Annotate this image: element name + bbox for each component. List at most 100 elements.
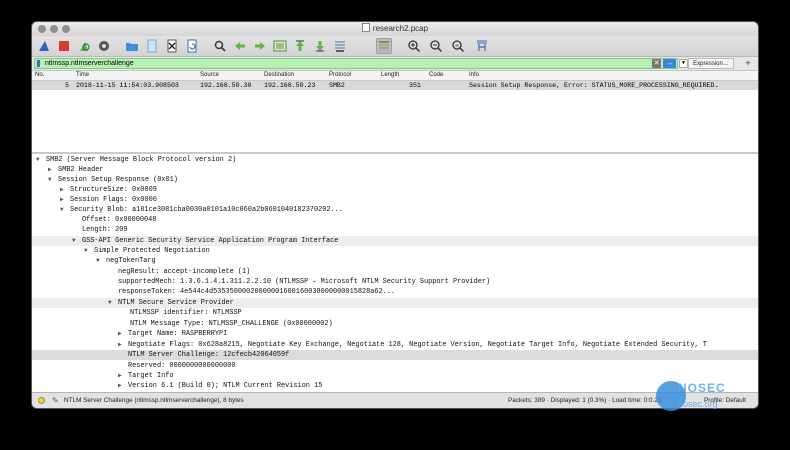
tree-item-label: SMB2 Header [58,166,104,174]
resize-columns-button[interactable] [474,38,490,54]
tree-item[interactable]: responseToken: 4e544c4d53535000020000001… [32,287,758,297]
packet-list-header: No. Time Source Destination Protocol Len… [32,71,758,81]
tree-toggle-icon[interactable]: ▶ [118,371,122,381]
tree-item-label: Negotiate Flags: 0x628a8215, Negotiate K… [128,341,707,349]
tree-toggle-icon[interactable]: ▼ [48,175,52,185]
tree-item[interactable]: Reserved: 0000000000000000 [32,361,758,371]
wireshark-window: research2.pcap ntlmssp.ntlmserverchallen… [32,22,758,408]
tree-toggle-icon[interactable]: ▶ [118,329,122,339]
go-last-button[interactable] [312,38,328,54]
tree-item-label: SMB2 (Server Message Block Protocol vers… [46,156,237,164]
cell-no: 5 [65,82,69,89]
tree-item[interactable]: Offset: 0x00000048 [32,215,758,225]
find-packet-button[interactable] [212,38,228,54]
tree-item[interactable]: ▶ Session Flags: 0x0000 [32,195,758,205]
cell-protocol: SMB2 [329,82,345,89]
tree-item-label: responseToken: 4e544c4d53535000020000001… [118,288,396,296]
tree-item[interactable]: ▶ Target Info [32,371,758,381]
column-header-length[interactable]: Length [381,72,399,78]
zoom-in-button[interactable] [406,38,422,54]
open-button[interactable] [124,38,140,54]
tree-item-label: Target Name: RASPBERRYPI [128,330,228,338]
apply-filter-icon[interactable]: → [663,59,676,68]
go-first-button[interactable] [292,38,308,54]
tree-item[interactable]: ▼ Simple Protected Negotiation [32,246,758,256]
tree-item[interactable]: ▼ NTLM Secure Service Provider [32,298,758,308]
tree-item-selected[interactable]: NTLM Server Challenge: 12cfecb42064059f [32,350,758,360]
tree-item[interactable]: ▼ GSS-API Generic Security Service Applic… [32,236,758,246]
go-back-icon [235,42,245,50]
add-filter-button[interactable]: + [742,57,754,70]
table-row[interactable]: 5 2018-11-15 11:54:03.908503 192.168.50.… [32,81,758,90]
tree-toggle-icon[interactable]: ▶ [60,185,64,195]
go-back-button[interactable] [232,38,248,54]
stop-square-icon [59,41,69,51]
tree-toggle-icon[interactable]: ▶ [118,340,122,350]
edit-comment-icon[interactable]: ✎ [52,396,59,405]
column-header-no[interactable]: No. [35,72,44,78]
restart-capture-button[interactable] [76,38,92,54]
column-header-code[interactable]: Code [429,72,443,78]
tree-item[interactable]: Length: 209 [32,225,758,235]
tree-item[interactable]: ▶ Negotiate Flags: 0x628a8215, Negotiate … [32,340,758,350]
tree-item-label: Version 6.1 (Build 0); NTLM Current Revi… [128,382,323,390]
tree-toggle-icon[interactable]: ▼ [96,256,100,266]
tree-item[interactable]: ▶ StructureSize: 0x0009 [32,185,758,195]
open-file-icon [147,39,157,53]
tree-item[interactable]: ▼ SMB2 (Server Message Block Protocol ver… [32,155,758,165]
tree-item[interactable]: supportedMech: 1.3.6.1.4.1.311.2.2.10 (N… [32,277,758,287]
bookmark-icon[interactable] [37,60,40,67]
tree-item[interactable]: ▶ Target Name: RASPBERRYPI [32,329,758,339]
stop-capture-button[interactable] [56,38,72,54]
start-capture-button[interactable] [36,38,52,54]
tree-item[interactable]: ▼ negTokenTarg [32,256,758,266]
tree-toggle-icon[interactable]: ▶ [60,195,64,205]
tree-item[interactable]: NTLM Message Type: NTLMSSP_CHALLENGE (0x… [32,319,758,329]
zoom-out-button[interactable] [428,38,444,54]
go-to-packet-button[interactable] [272,38,288,54]
colorize-icon [379,41,389,52]
tree-toggle-icon[interactable]: ▼ [60,205,64,215]
column-header-source[interactable]: Source [200,72,219,78]
tree-toggle-icon[interactable]: ▼ [84,246,88,256]
zoom-in-icon [408,40,421,53]
colorize-button[interactable] [376,38,392,54]
cell-info: Session Setup Response, Error: STATUS_MO… [469,82,719,89]
capture-options-button[interactable] [96,38,112,54]
autoscroll-button[interactable] [332,38,348,54]
clear-filter-icon[interactable]: ✕ [652,59,661,68]
tree-item[interactable]: ▼ Session Setup Response (0x01) [32,175,758,185]
cell-source: 192.168.50.30 [200,82,252,89]
tree-item-label: Offset: 0x00000048 [82,216,157,224]
go-forward-button[interactable] [252,38,268,54]
column-header-info[interactable]: Info [469,72,479,78]
tree-toggle-icon[interactable]: ▶ [118,381,122,391]
expert-info-icon[interactable] [38,397,45,404]
status-packet-counts: Packets: 389 · Displayed: 1 (0.3%) · Loa… [508,397,662,404]
column-header-time[interactable]: Time [76,72,89,78]
tree-item[interactable]: ▼ Security Blob: a181ce3081cba0030a0101a1… [32,205,758,215]
tree-item[interactable]: ▶ SMB2 Header [32,165,758,175]
reload-button[interactable] [184,38,200,54]
go-last-icon [316,41,324,52]
status-message: NTLM Server Challenge (ntlmssp.ntlmserve… [64,397,244,404]
display-filter-input[interactable] [34,58,678,69]
tree-toggle-icon[interactable]: ▼ [36,155,40,165]
tree-item[interactable]: ▶ Version 6.1 (Build 0); NTLM Current Rev… [32,381,758,391]
cell-destination: 192.168.50.23 [264,82,316,89]
tree-item[interactable]: negResult: accept-incomplete (1) [32,267,758,277]
tree-item-label: Reserved: 0000000000000000 [128,362,236,370]
zoom-normal-button[interactable] [450,38,466,54]
tree-toggle-icon[interactable]: ▼ [108,298,112,308]
tree-item-label: Length: 209 [82,226,128,234]
tree-toggle-icon[interactable]: ▶ [48,165,52,175]
column-header-protocol[interactable]: Protocol [329,72,351,78]
tree-item[interactable]: NTLMSSP identifier: NTLMSSP [32,308,758,318]
expression-button[interactable]: Expression… [688,58,734,69]
save-button[interactable] [144,38,160,54]
watermark-title: NOSEC [678,381,726,395]
tree-toggle-icon[interactable]: ▼ [72,236,76,246]
chevron-down-icon[interactable]: ▼ [679,59,688,68]
close-file-button[interactable] [164,38,180,54]
column-header-destination[interactable]: Destination [264,72,294,78]
